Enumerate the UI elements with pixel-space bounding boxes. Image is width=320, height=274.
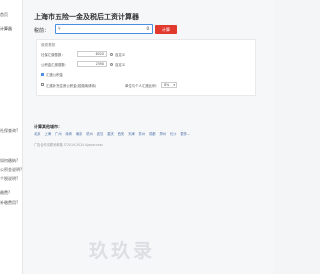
ratio-value: 8%	[164, 82, 170, 87]
ratio-select[interactable]: 8% ▾	[161, 81, 177, 88]
sidebar-item-calculator[interactable]: 计算器	[0, 26, 22, 32]
chevron-down-icon: ▾	[173, 82, 175, 87]
city-link[interactable]: 南京	[76, 132, 83, 136]
fund-base-label: 公积金汇缴基数：	[41, 63, 69, 67]
copyright: 广告合作请联系邮箱 ©2019-2024 Ajaxaccess	[34, 143, 103, 147]
pre-tax-label: 税前：	[34, 28, 50, 34]
sidebar-item-home[interactable]: 首页	[0, 12, 22, 18]
city-link[interactable]: 长沙	[170, 132, 177, 136]
social-custom-radio[interactable]	[110, 52, 113, 56]
social-base-input[interactable]: 6520	[77, 51, 107, 57]
ratio-label: 单位与个人汇缴比例：	[125, 83, 159, 88]
supplement-label: 汇缴补充住房公积金(若缴纳请填)	[46, 83, 97, 88]
calculate-button[interactable]: 计算	[155, 25, 177, 34]
social-custom-label: 自定义	[115, 53, 126, 57]
sidebar-item-tax[interactable]: 个税说明?	[0, 176, 22, 182]
sidebar-item-howto[interactable]: 如何缴纳?	[0, 158, 22, 164]
sidebar-item-fund[interactable]: 公积金说明?	[0, 167, 22, 173]
city-link[interactable]: 天津	[128, 132, 135, 136]
fund-custom-label: 自定义	[115, 63, 126, 67]
more-cities-link[interactable]: 更多...	[180, 132, 190, 136]
cities-title: 计算其他城市：	[34, 124, 62, 129]
fund-custom-radio[interactable]	[110, 62, 113, 66]
fund-checkbox-label: 汇缴公积金	[46, 73, 63, 77]
main-content: 上海市五险一金及税后工资计算器 税前： ¥ 0 计算 缴费基数 社保汇缴基数： …	[23, 0, 274, 274]
settings-panel: 缴费基数 社保汇缴基数： 6520 自定义 公积金汇缴基数： 2590 自定义 …	[36, 39, 256, 96]
city-link[interactable]: 广州	[55, 132, 62, 136]
salary-input[interactable]: ¥ 0	[55, 24, 153, 34]
city-link[interactable]: 北京	[34, 132, 41, 136]
fund-checkbox[interactable]	[41, 72, 44, 76]
panel-header: 缴费基数	[41, 43, 56, 47]
social-base-label: 社保汇缴基数：	[41, 53, 65, 57]
page-title: 上海市五险一金及税后工资计算器	[34, 13, 139, 21]
salary-value: 0	[146, 26, 149, 31]
city-link[interactable]: 郑州	[159, 132, 166, 136]
watermark: 玖玖录	[89, 240, 156, 262]
city-link[interactable]: 苏州	[139, 132, 146, 136]
city-link[interactable]: 上海	[44, 132, 51, 136]
city-link[interactable]: 西安	[118, 132, 125, 136]
supplement-checkbox[interactable]	[41, 83, 44, 86]
sidebar: 首页 计算器 社保查询? 如何缴纳? 公积金说明? 个税说明? 缴费? 补缴费用…	[0, 0, 23, 274]
city-links: 北京 上海 广州 深圳 南京 杭州 武汉 重庆 西安 天津 苏州 成都 郑州 长…	[34, 131, 193, 136]
city-link[interactable]: 深圳	[65, 132, 72, 136]
city-link[interactable]: 武汉	[97, 132, 104, 136]
city-link[interactable]: 重庆	[107, 132, 114, 136]
city-link[interactable]: 成都	[149, 132, 156, 136]
sidebar-item-query[interactable]: 社保查询?	[0, 128, 22, 134]
sidebar-item-backpay[interactable]: 补缴费用?	[0, 200, 22, 206]
currency-symbol: ¥	[58, 26, 61, 31]
sidebar-item-payment[interactable]: 缴费?	[0, 190, 22, 196]
city-link[interactable]: 杭州	[86, 132, 93, 136]
fund-base-input[interactable]: 2590	[77, 61, 107, 67]
